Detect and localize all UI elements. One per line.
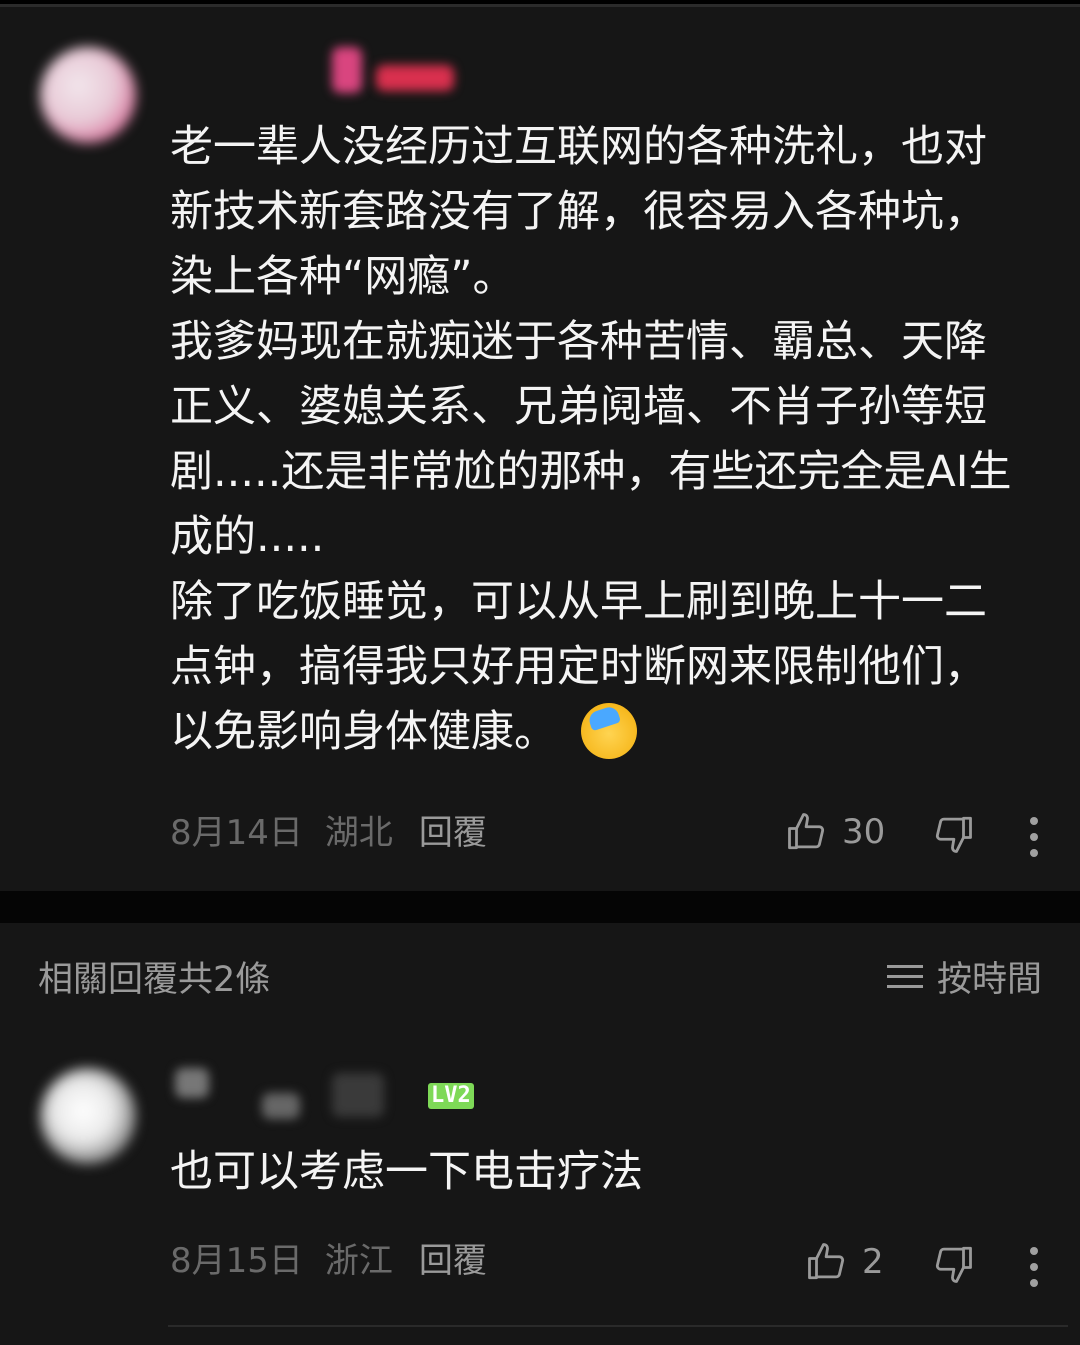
reply-meta: 8月15日 浙江 回覆 [170,1241,509,1281]
comment-body: 老一辈人没经历过互联网的各种洗礼，也对 新技术新套路没有了解，很容易入各种坑， … [170,115,1050,765]
level-badge: LV2 [428,1083,474,1109]
avatar[interactable] [40,1068,136,1164]
laughing-crying-emoji-icon [581,702,637,759]
like-count: 2 [862,1242,884,1282]
more-options-icon[interactable] [1029,817,1039,865]
like-button[interactable]: 30 [786,811,885,853]
thumbs-down-icon [935,816,972,853]
thumbs-up-icon [808,1243,845,1280]
comment-line: 成的..... [170,512,325,562]
comment-meta: 8月14日 湖北 回覆 [170,813,509,853]
comment-line: 新技术新套路没有了解，很容易入各种坑， [170,187,987,237]
like-button[interactable]: 2 [806,1241,884,1283]
reply-date: 8月15日 [170,1241,303,1281]
comment-line: 染上各种“网瘾”。 [170,252,516,302]
username-blurred[interactable] [262,1093,300,1119]
more-options-icon[interactable] [1029,1247,1039,1295]
comment-line: 正义、婆媳关系、兄弟阋墙、不肖子孙等短 [170,382,987,432]
replies-count-header: 相關回覆共2條 [38,960,271,1000]
like-count: 30 [842,812,886,852]
comment-line: 剧.....还是非常尬的那种，有些还完全是AI生 [170,447,1012,497]
comment-line: 老一辈人没经历过互联网的各种洗礼，也对 [170,122,987,172]
comment-date: 8月14日 [170,813,303,853]
comment-line-last: 以免影响身体健康。 [170,700,1050,765]
reply-button[interactable]: 回覆 [419,1241,487,1281]
thumbs-up-icon [788,813,825,850]
comment-line: 除了吃饭睡觉，可以从早上刷到晚上十一二 [170,577,987,627]
username-blurred[interactable] [332,1073,384,1117]
username-blurred[interactable] [332,47,362,93]
comment-line: 以免影响身体健康。 [170,707,557,757]
reply-body: 也可以考虑一下电击疗法 [170,1147,643,1197]
reply-location: 浙江 [324,1241,393,1281]
username-blurred[interactable] [376,65,454,91]
sort-by-time-button[interactable]: 按時間 [886,951,1042,1002]
reply-button[interactable]: 回覆 [419,813,487,853]
comment-line: 我爹妈现在就痴迷于各种苦情、霸总、天降 [170,317,987,367]
sort-lines-icon [886,958,923,995]
sort-label: 按時間 [936,960,1042,1000]
comment-card: 老一辈人没经历过互联网的各种洗礼，也对 新技术新套路没有了解，很容易入各种坑， … [0,4,1080,891]
comment-line: 点钟，搞得我只好用定时断网来限制他们， [170,642,987,692]
comment-location: 湖北 [324,813,393,853]
thumbs-down-icon [935,1246,972,1283]
divider [168,1325,1068,1327]
username-blurred[interactable] [175,1068,209,1098]
section-divider [0,891,1080,923]
dislike-button[interactable] [932,813,974,855]
dislike-button[interactable] [932,1243,974,1285]
avatar[interactable] [40,47,136,143]
replies-section: 相關回覆共2條 按時間 LV2 也可以考虑一下电击疗法 8月15日 浙江 回覆 2 [0,923,1080,1345]
